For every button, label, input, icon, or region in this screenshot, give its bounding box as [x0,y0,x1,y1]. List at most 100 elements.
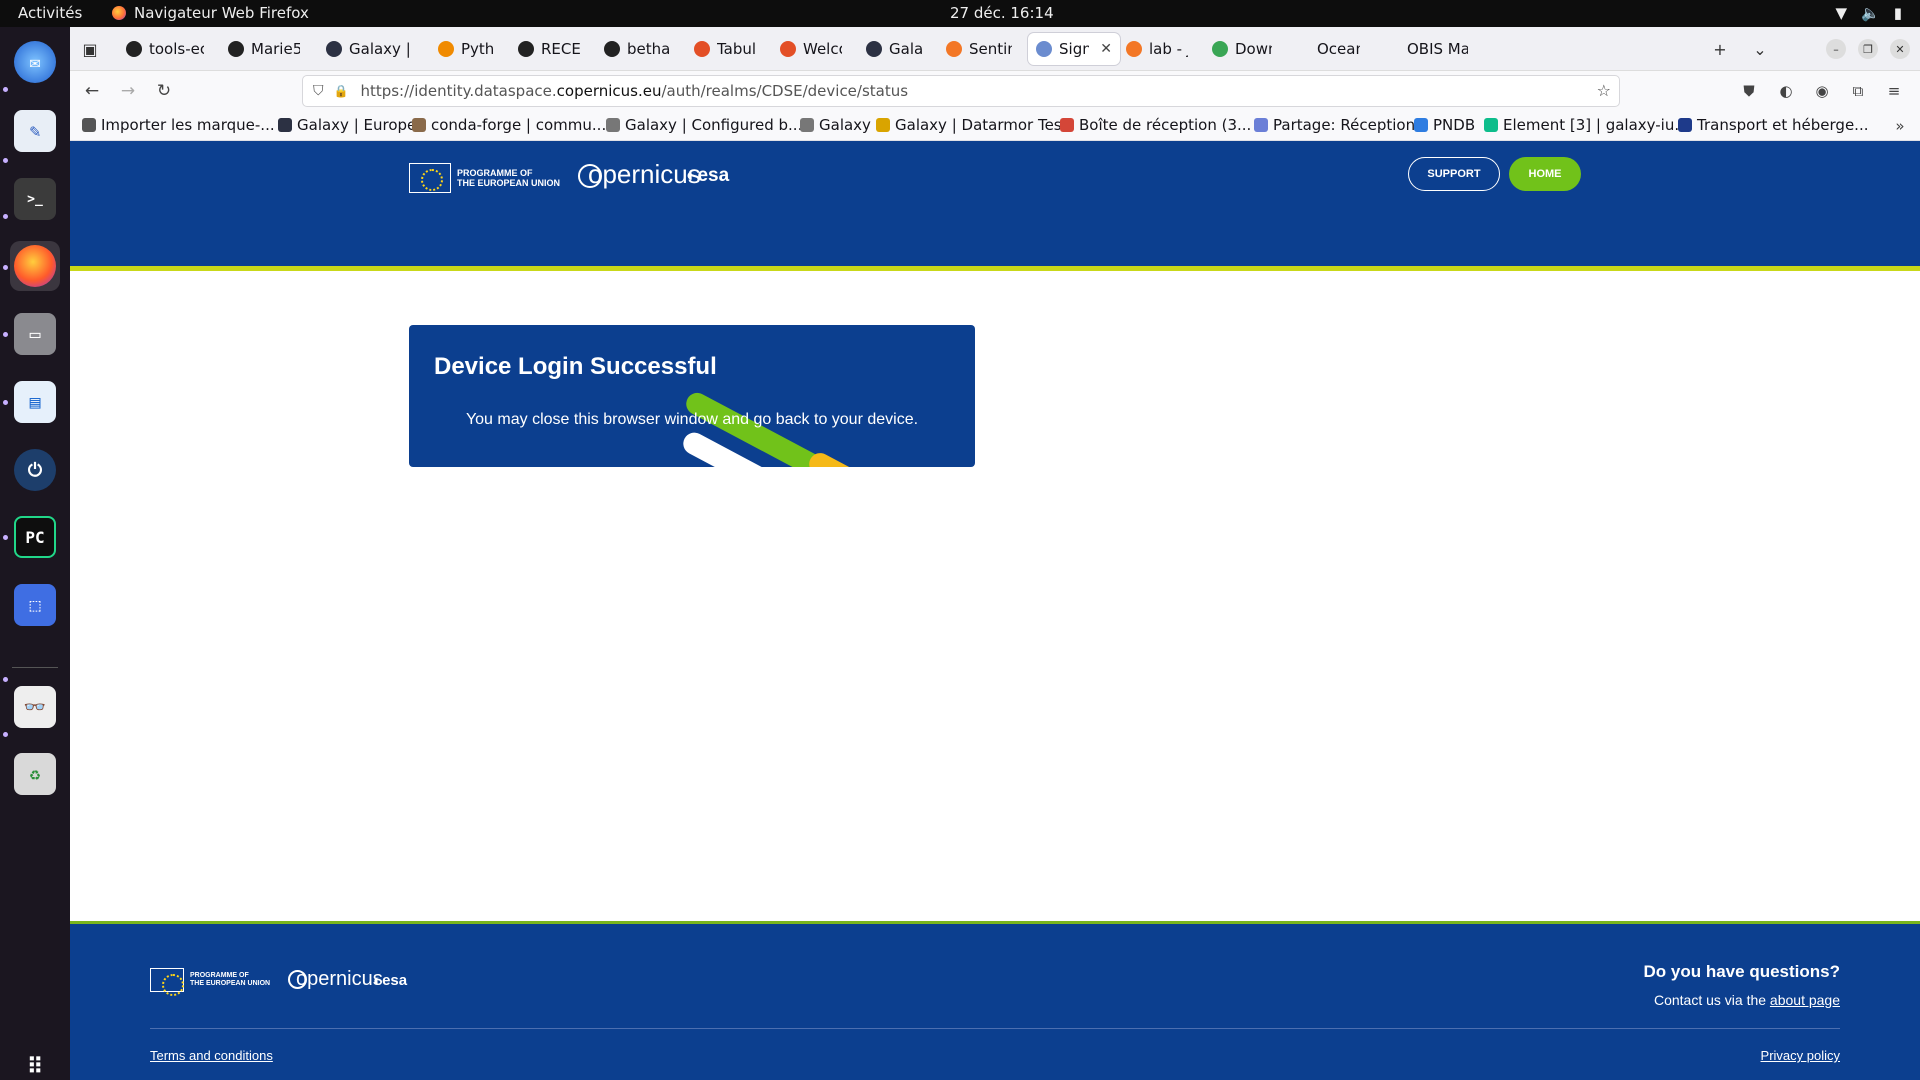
tab-11[interactable]: lab - Jupy [1118,33,1196,65]
bookmark-item[interactable]: Galaxy | Datarmor Test [876,116,1068,134]
pycharm-launcher[interactable]: PC [10,512,60,562]
list-tabs-button[interactable]: ⌄ [1748,37,1772,61]
tracking-protection-icon[interactable]: ⛉ [313,83,324,99]
bookmark-item[interactable]: Galaxy | Configured b... [606,116,802,134]
terminal-launcher[interactable]: >_ [10,174,60,224]
system-tray[interactable]: ▼ 🔈 ▮ [1836,4,1903,22]
tab-close-icon[interactable]: ✕ [1100,41,1112,57]
tab-12[interactable]: Downloa [1204,33,1280,65]
firefox-view-button[interactable]: ▣ [78,37,102,61]
puzzle-icon: ⧉ [1852,82,1864,100]
tab-4[interactable]: RECETOX [510,33,588,65]
pocket-button[interactable]: ⛊ [1737,79,1761,103]
text-editor-launcher[interactable]: ✎ [10,106,60,156]
url-bar[interactable]: ⛉ 🔒 https://identity.dataspace.copernicu… [302,75,1620,107]
bookmarks-overflow-button[interactable]: » [1888,114,1912,138]
minimize-button[interactable]: – [1826,39,1846,59]
galaxy-icon [866,41,882,57]
tab-8[interactable]: Galaxy [858,33,930,65]
bookmark-item[interactable]: Galaxy [800,116,871,134]
about-page-link[interactable]: about page [1770,992,1840,1008]
thunderbird-launcher[interactable]: ✉ [10,37,60,87]
footer-copernicus-logo[interactable]: opernicus [288,968,383,991]
lock-icon[interactable]: 🔒 [334,84,349,98]
backup-launcher[interactable]: ⏻ [10,445,60,495]
screenshot-launcher[interactable]: ⬚ [10,580,60,630]
bookmark-favicon-icon [1414,118,1428,132]
bookmark-item[interactable]: Partage: Réception [1254,116,1415,134]
tab-2[interactable]: Galaxy | C [318,33,422,65]
eu-programme-logo[interactable]: PROGRAMME OF THE EUROPEAN UNION [409,163,560,193]
battery-icon: ▮ [1893,4,1902,22]
bookmark-star-icon[interactable]: ☆ [1597,81,1611,100]
new-tab-button[interactable]: + [1708,37,1732,61]
tab-13[interactable]: Ocean Bi [1286,33,1368,65]
tab-label: Sign in [1059,40,1090,58]
tab-14[interactable]: OBIS Mappe [1376,33,1476,65]
card-title: Device Login Successful [434,353,717,380]
bookmark-label: Galaxy | Datarmor Test [895,116,1068,134]
close-window-button[interactable]: ✕ [1890,39,1910,59]
url-domain: copernicus.eu [556,82,662,100]
tab-6[interactable]: Tabular D [686,33,764,65]
forward-button[interactable]: → [116,79,140,103]
account-button[interactable]: ◉ [1810,79,1834,103]
bookmark-favicon-icon [800,118,814,132]
tab-7[interactable]: Welcome [772,33,850,65]
bookmark-item[interactable]: Importer les marque-... [82,116,275,134]
back-button[interactable]: ← [80,79,104,103]
github-icon [604,41,620,57]
extensions-button[interactable]: ⧉ [1846,79,1870,103]
bookmark-item[interactable]: Boîte de réception (3... [1060,116,1251,134]
url-prefix: https://identity.dataspace. [360,82,557,100]
privacy-link[interactable]: Privacy policy [1761,1048,1840,1063]
show-apps-button[interactable]: ⠿ [10,1042,60,1080]
document-viewer-launcher[interactable]: 👓 [10,682,60,732]
bookmark-item[interactable]: PNDB [1414,116,1475,134]
tab-3[interactable]: Python S [430,33,502,65]
tab-9[interactable]: Sentinel_ [938,33,1020,65]
bookmark-item[interactable]: conda-forge | commu... [412,116,606,134]
pycharm-icon: PC [14,516,56,558]
esa-logo[interactable]: ◐esa [686,165,729,187]
copernicus-logo[interactable]: opernicus [578,159,701,190]
writer-launcher[interactable]: ▤ [10,377,60,427]
app-menu-label: Navigateur Web Firefox [134,4,309,22]
bookmark-label: Partage: Réception [1273,116,1416,134]
reload-button[interactable]: ↻ [152,79,176,103]
footer-esa-logo[interactable]: ◐esa [373,972,407,989]
writer-icon: ▤ [14,381,56,423]
bookmark-favicon-icon [82,118,96,132]
bookmark-item[interactable]: Galaxy | Europe [278,116,416,134]
tab-1[interactable]: Marie59/ [220,33,308,65]
tab-0[interactable]: tools-eco [118,33,212,65]
clock[interactable]: 27 déc. 16:14 [950,4,1054,22]
menu-button[interactable]: ≡ [1882,79,1906,103]
volume-icon: 🔈 [1861,4,1880,22]
trash-icon: ♻ [14,753,56,795]
navigation-toolbar: ← → ↻ ⛉ 🔒 https://identity.dataspace.cop… [70,71,1920,111]
bookmark-item[interactable]: Element [3] | galaxy-iu... [1484,116,1689,134]
url-text[interactable]: https://identity.dataspace.copernicus.eu… [360,82,908,100]
activities-button[interactable]: Activités [18,4,82,22]
firefox-launcher[interactable] [10,241,60,291]
terms-link[interactable]: Terms and conditions [150,1048,273,1063]
extension-button[interactable]: ◐ [1774,79,1798,103]
questions-title: Do you have questions? [1643,962,1840,981]
tab-10[interactable]: Sign in ✕ [1028,33,1120,65]
bookmark-favicon-icon [1254,118,1268,132]
trash-launcher[interactable]: ♻ [10,749,60,799]
reload-icon: ↻ [156,81,172,101]
bookmark-item[interactable]: Transport et héberge... [1678,116,1868,134]
tab-5[interactable]: bethanm [596,33,678,65]
bookmark-favicon-icon [606,118,620,132]
galaxy-icon [326,41,342,57]
footer-eu-programme-logo[interactable]: PROGRAMME OF THE EUROPEAN UNION [150,968,270,996]
account-icon: ◉ [1815,82,1829,100]
support-button[interactable]: SUPPORT [1408,157,1500,191]
restore-button[interactable]: ❐ [1858,39,1878,59]
contact-prefix: Contact us via the [1653,992,1767,1008]
home-button[interactable]: HOME [1509,157,1581,191]
app-menu[interactable]: Navigateur Web Firefox [112,4,309,22]
files-launcher[interactable]: ▭ [10,309,60,359]
